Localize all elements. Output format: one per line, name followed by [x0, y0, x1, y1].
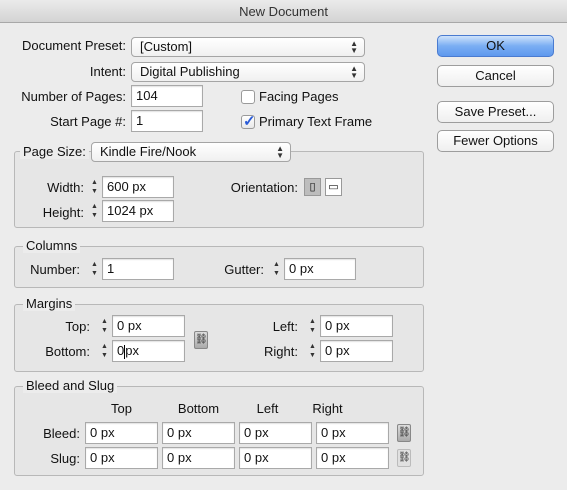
bleed-label: Bleed: — [43, 426, 80, 441]
slug-bottom-input[interactable]: 0 px — [162, 447, 235, 469]
header-bottom: Bottom — [177, 401, 220, 416]
slug-top-input[interactable]: 0 px — [85, 447, 158, 469]
stepper-icon[interactable]: ▲ ▼ — [270, 258, 283, 280]
bleed-left-input[interactable]: 0 px — [239, 422, 312, 444]
primary-text-frame-label: Primary Text Frame — [259, 114, 373, 129]
landscape-page-icon[interactable]: ▭ — [325, 178, 342, 196]
portrait-page-icon[interactable]: ▯ — [304, 178, 321, 196]
save-preset-button[interactable]: Save Preset... — [437, 101, 554, 123]
ok-button[interactable]: OK — [437, 35, 554, 57]
slug-label: Slug: — [50, 451, 80, 466]
facing-pages-label: Facing Pages — [259, 89, 339, 104]
margin-top-input[interactable]: 0 px — [112, 315, 185, 337]
start-page-label: Start Page #: — [50, 114, 126, 129]
preset-select[interactable]: [Custom] ▲ ▼ — [131, 37, 365, 57]
stepper-icon[interactable]: ▲ ▼ — [98, 315, 111, 337]
chain-link-icon[interactable]: ⛓ — [397, 449, 411, 467]
intent-select[interactable]: Digital Publishing ▲ ▼ — [131, 62, 365, 82]
primary-text-frame-checkbox[interactable]: ✓ — [241, 113, 256, 130]
margin-bottom-label: Bottom: — [45, 344, 90, 359]
bleed-right-input[interactable]: 0 px — [316, 422, 389, 444]
gutter-input[interactable]: 0 px — [284, 258, 356, 280]
columns-number-input[interactable]: 1 — [102, 258, 174, 280]
width-label: Width: — [47, 180, 84, 195]
page-size-value: Kindle Fire/Nook — [100, 144, 197, 159]
height-label: Height: — [42, 205, 84, 220]
margin-right-label: Right: — [264, 344, 298, 359]
up-down-arrows-icon: ▲ ▼ — [350, 64, 358, 80]
preset-value: [Custom] — [140, 39, 193, 54]
intent-value: Digital Publishing — [140, 64, 240, 79]
stepper-icon[interactable]: ▲ ▼ — [306, 315, 319, 337]
gutter-label: Gutter: — [224, 262, 264, 277]
stepper-icon[interactable]: ▲ ▼ — [88, 176, 101, 198]
up-down-arrows-icon: ▲ ▼ — [350, 39, 358, 55]
orientation-label: Orientation: — [230, 180, 298, 195]
pages-input[interactable]: 104 — [131, 85, 203, 107]
bleed-bottom-input[interactable]: 0 px — [162, 422, 235, 444]
new-document-dialog: New Document Document Preset: [Custom] ▲… — [0, 0, 567, 490]
chain-link-icon[interactable]: ⛓ — [194, 331, 208, 349]
stepper-icon[interactable]: ▲ ▼ — [88, 258, 101, 280]
margin-left-input[interactable]: 0 px — [320, 315, 393, 337]
pages-label: Number of Pages: — [21, 89, 126, 104]
page-size-label: Page Size: — [20, 144, 89, 159]
checkmark-icon: ✓ — [243, 113, 256, 130]
stepper-icon[interactable]: ▲ ▼ — [306, 340, 319, 362]
facing-pages-checkbox[interactable] — [241, 90, 255, 104]
start-page-input[interactable]: 1 — [131, 110, 203, 132]
margin-bottom-input[interactable]: 0px — [112, 340, 185, 362]
height-input[interactable]: 1024 px — [102, 200, 174, 222]
margin-right-input[interactable]: 0 px — [320, 340, 393, 362]
preset-label: Document Preset: — [21, 38, 126, 53]
slug-left-input[interactable]: 0 px — [239, 447, 312, 469]
fewer-options-button[interactable]: Fewer Options — [437, 130, 554, 152]
bleed-slug-title: Bleed and Slug — [23, 378, 118, 393]
header-top: Top — [111, 401, 132, 416]
header-right: Right — [312, 401, 343, 416]
page-size-select[interactable]: Kindle Fire/Nook ▲ ▼ — [91, 142, 291, 162]
bleed-top-input[interactable]: 0 px — [85, 422, 158, 444]
margin-bottom-unit: px — [125, 343, 139, 358]
slug-right-input[interactable]: 0 px — [316, 447, 389, 469]
window-title: New Document — [0, 0, 567, 23]
margin-bottom-number: 0 — [117, 343, 125, 358]
margin-left-label: Left: — [272, 319, 298, 334]
stepper-icon[interactable]: ▲ ▼ — [98, 340, 111, 362]
columns-title: Columns — [23, 238, 81, 253]
chain-link-icon[interactable]: ⛓ — [397, 424, 411, 442]
stepper-icon[interactable]: ▲ ▼ — [88, 200, 101, 222]
margin-top-label: Top: — [65, 319, 90, 334]
up-down-arrows-icon: ▲ ▼ — [276, 144, 284, 160]
cancel-button[interactable]: Cancel — [437, 65, 554, 87]
margins-title: Margins — [23, 296, 76, 311]
columns-number-label: Number: — [30, 262, 80, 277]
width-input[interactable]: 600 px — [102, 176, 174, 198]
intent-label: Intent: — [89, 64, 126, 79]
